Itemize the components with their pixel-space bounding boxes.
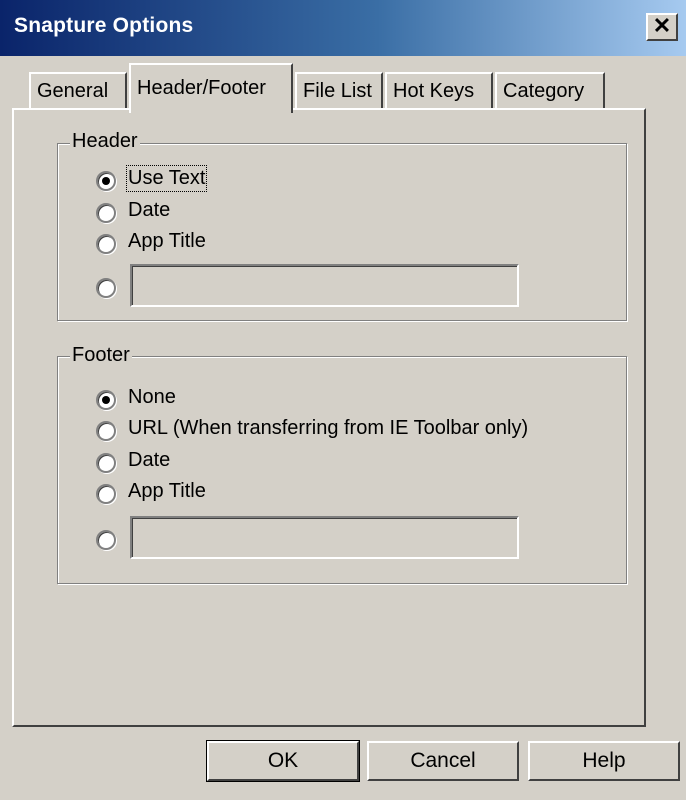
footer-option-label[interactable]: URL (When transferring from IE Toolbar o… <box>128 417 528 440</box>
tab-label: Hot Keys <box>393 80 475 102</box>
footer-radio-app-title[interactable] <box>96 484 116 504</box>
header-radio-use-text[interactable] <box>96 171 116 191</box>
tab-label: Category <box>503 80 585 102</box>
tab-file-list[interactable]: File List <box>295 72 383 110</box>
header-radio-custom[interactable] <box>96 278 116 298</box>
header-radio-date[interactable] <box>96 203 116 223</box>
header-custom-text-field[interactable] <box>130 264 519 307</box>
tab-label: Header/Footer <box>137 77 266 99</box>
header-option-label[interactable]: App Title <box>128 230 206 253</box>
footer-radio-date[interactable] <box>96 453 116 473</box>
footer-group-legend: Footer <box>70 344 132 367</box>
footer-option-label[interactable]: App Title <box>128 480 206 503</box>
footer-radio-none[interactable] <box>96 390 116 410</box>
footer-radio-custom[interactable] <box>96 530 116 550</box>
header-group-legend: Header <box>70 130 140 153</box>
options-dialog: Snapture Options ✕ General Header/Footer… <box>0 0 686 800</box>
footer-radio-url[interactable] <box>96 421 116 441</box>
tab-header-footer[interactable]: Header/Footer <box>129 63 293 113</box>
help-button[interactable]: Help <box>528 741 680 781</box>
tab-general[interactable]: General <box>29 72 127 110</box>
tab-hot-keys[interactable]: Hot Keys <box>385 72 493 110</box>
tab-label: General <box>37 80 109 102</box>
header-option-label[interactable]: Date <box>128 199 170 222</box>
title-bar[interactable]: Snapture Options ✕ <box>0 0 686 56</box>
header-option-label[interactable]: Use Text <box>125 165 208 192</box>
cancel-button[interactable]: Cancel <box>367 741 519 781</box>
header-radio-app-title[interactable] <box>96 234 116 254</box>
tab-category[interactable]: Category <box>495 72 605 110</box>
window-title: Snapture Options <box>14 14 194 37</box>
close-button[interactable]: ✕ <box>646 13 678 41</box>
ok-button[interactable]: OK <box>206 740 360 782</box>
footer-option-label[interactable]: Date <box>128 449 170 472</box>
footer-custom-text-field[interactable] <box>130 516 519 559</box>
footer-option-label[interactable]: None <box>128 386 176 409</box>
close-icon: ✕ <box>652 13 672 38</box>
tab-label: File List <box>303 80 372 102</box>
